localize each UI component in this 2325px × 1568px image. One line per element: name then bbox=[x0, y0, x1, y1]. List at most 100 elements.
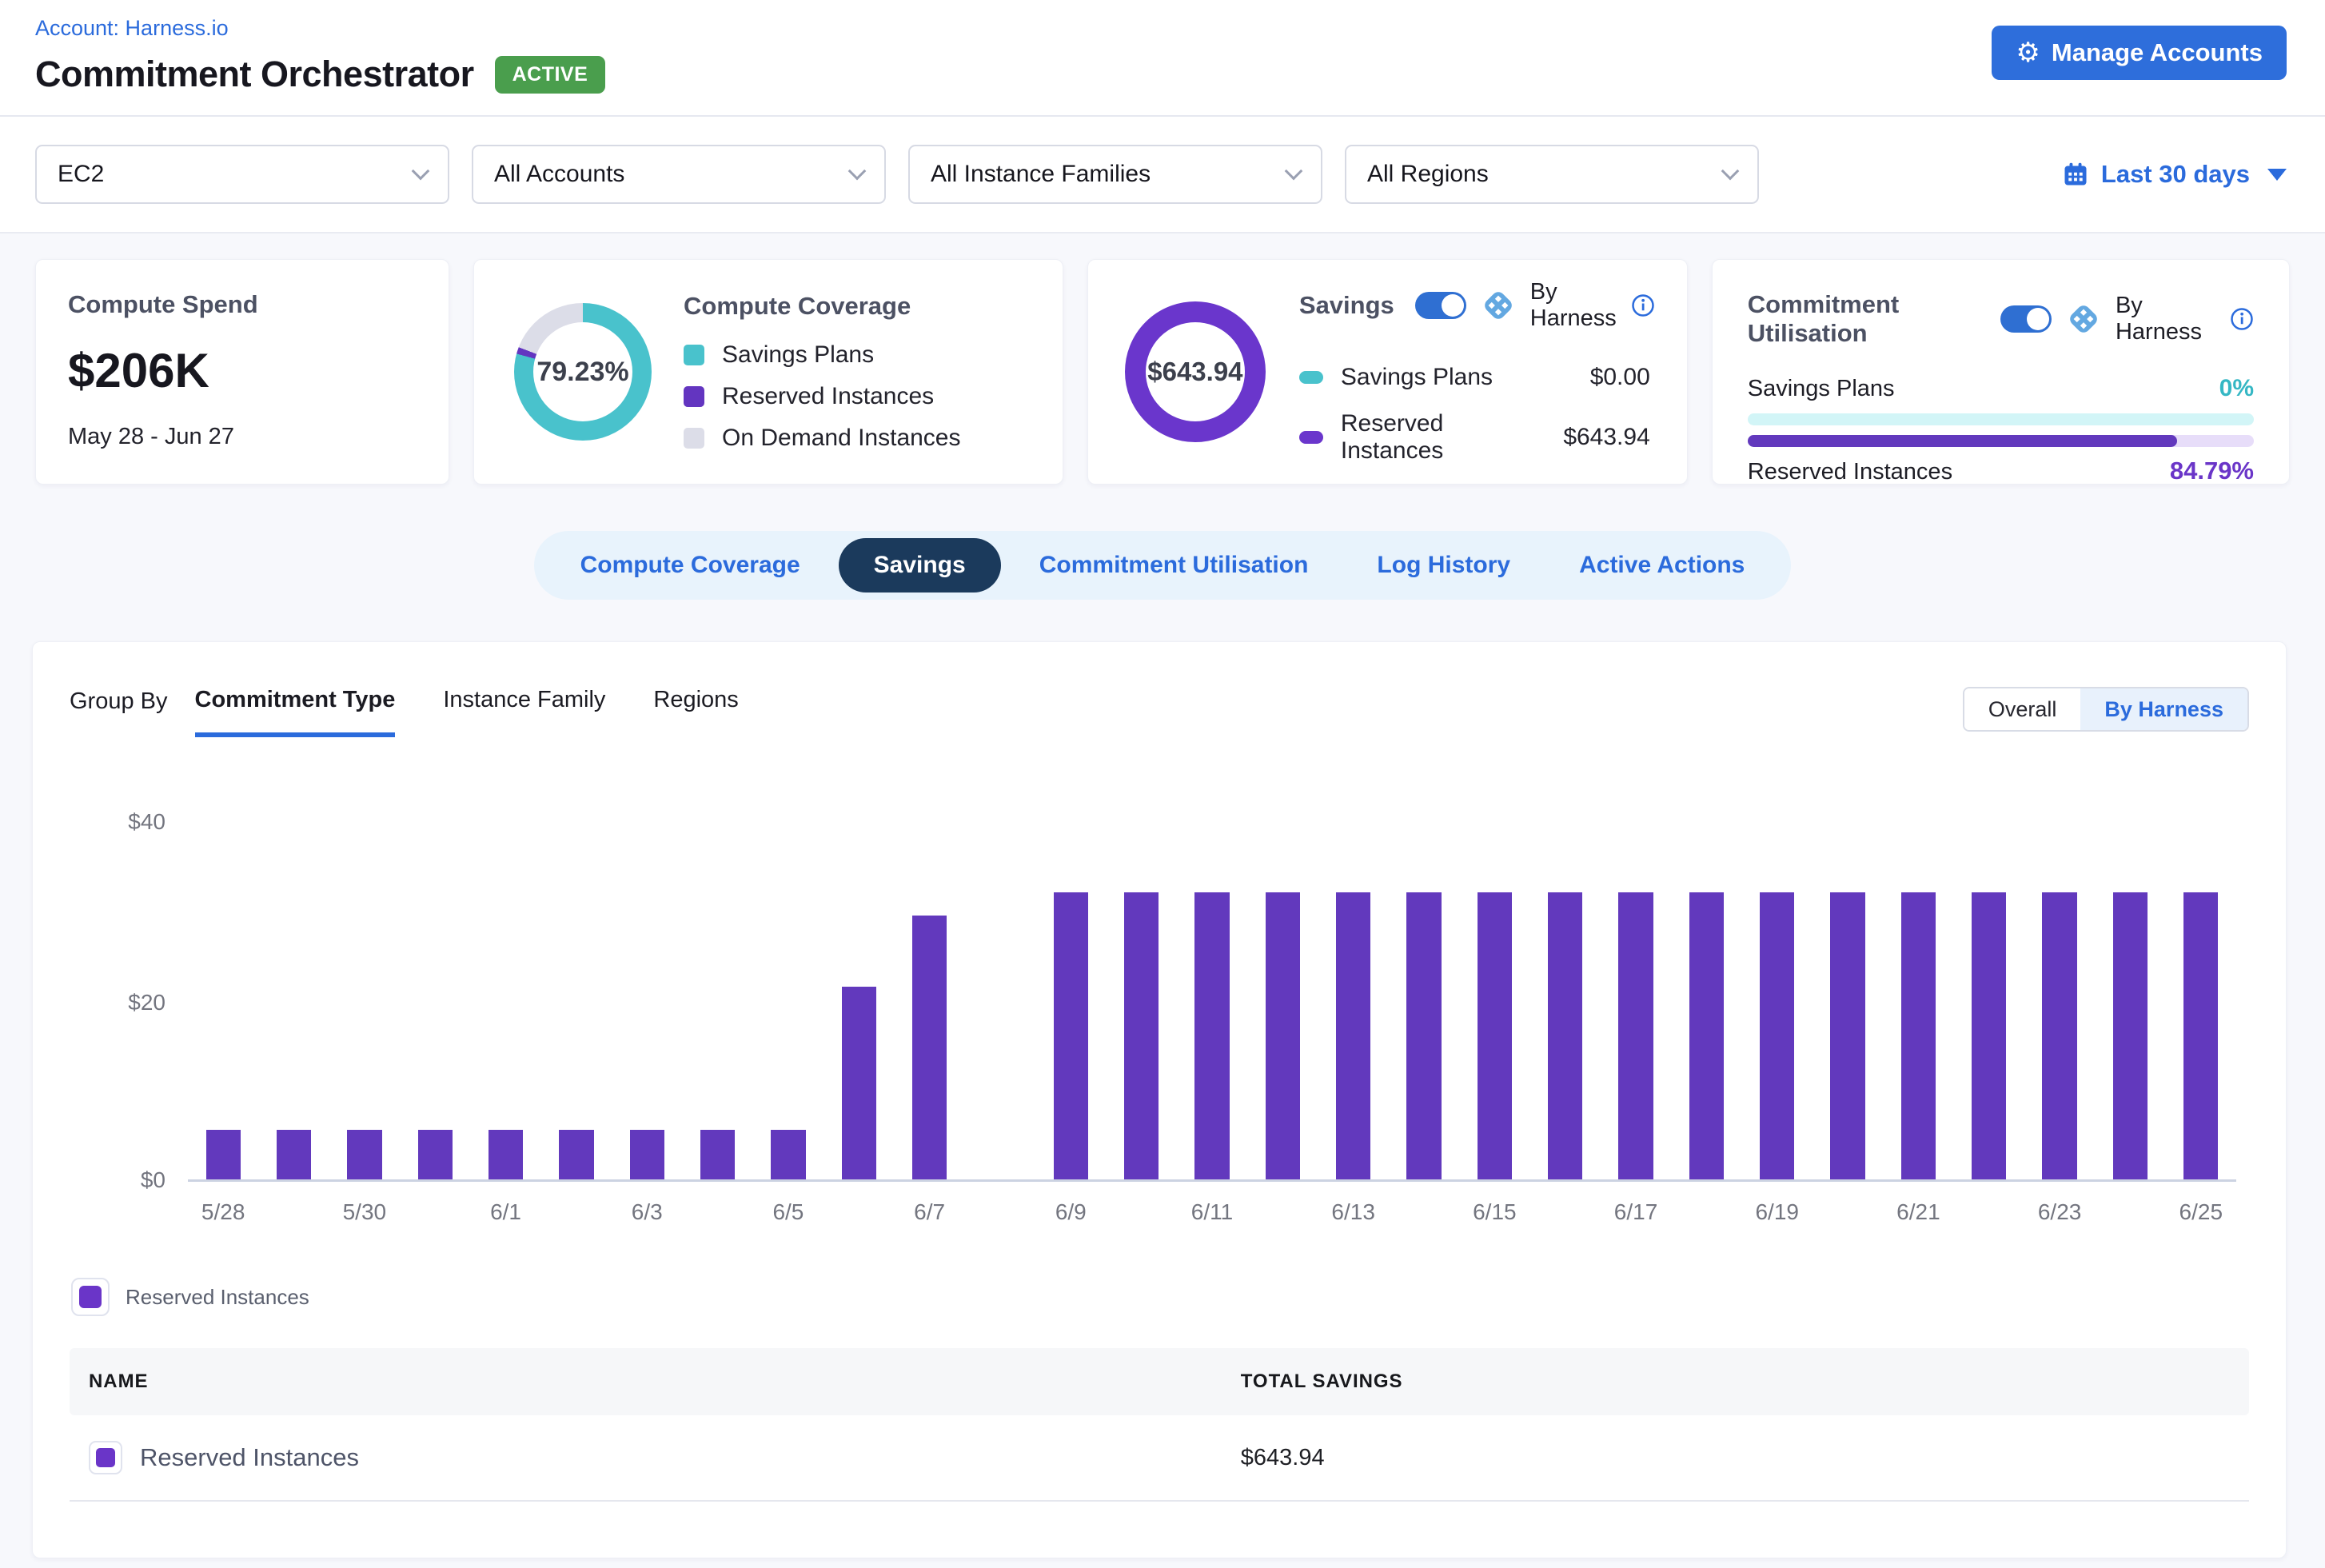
account-breadcrumb[interactable]: Account: Harness.io bbox=[35, 16, 2287, 41]
by-harness-toggle[interactable] bbox=[2000, 305, 2052, 333]
x-tick bbox=[1813, 1199, 1883, 1225]
legend-label: Reserved Instances bbox=[722, 383, 934, 410]
on-demand-swatch bbox=[684, 428, 704, 449]
compute-spend-card: Compute Spend $206K May 28 - Jun 27 bbox=[35, 259, 449, 485]
view-by-harness[interactable]: By Harness bbox=[2080, 688, 2247, 730]
bar-6/6[interactable] bbox=[842, 987, 876, 1179]
savings-row-value: $0.00 bbox=[1590, 364, 1650, 391]
bar-6/1[interactable] bbox=[489, 1130, 523, 1179]
bar-6/10[interactable] bbox=[1124, 892, 1159, 1179]
bar-6/20[interactable] bbox=[1830, 892, 1864, 1179]
group-by-regions[interactable]: Regions bbox=[653, 687, 738, 737]
tab-savings[interactable]: Savings bbox=[839, 538, 1001, 592]
row-name-label: Reserved Instances bbox=[140, 1443, 359, 1472]
bar-6/5[interactable] bbox=[771, 1130, 805, 1179]
date-range-picker[interactable]: Last 30 days bbox=[2061, 160, 2287, 189]
y-tick-0: $0 bbox=[141, 1167, 166, 1193]
bar-slot bbox=[329, 820, 400, 1179]
filter-bar: EC2 All Accounts All Instance Families A… bbox=[0, 117, 2325, 233]
bar-slot bbox=[541, 820, 612, 1179]
bar-6/9[interactable] bbox=[1054, 892, 1088, 1179]
bar-slot bbox=[1177, 820, 1247, 1179]
bar-6/19[interactable] bbox=[1760, 892, 1794, 1179]
bar-6/24[interactable] bbox=[2113, 892, 2148, 1179]
bar-6/23[interactable] bbox=[2042, 892, 2076, 1179]
instance-families-select[interactable]: All Instance Families bbox=[908, 145, 1322, 204]
bar-slot bbox=[1671, 820, 1741, 1179]
date-range-label: Last 30 days bbox=[2101, 160, 2250, 189]
bar-slot bbox=[258, 820, 329, 1179]
chart-legend-label: Reserved Instances bbox=[126, 1285, 309, 1310]
service-select[interactable]: EC2 bbox=[35, 145, 449, 204]
tab-active-actions[interactable]: Active Actions bbox=[1549, 538, 1775, 592]
bar-slot bbox=[1459, 820, 1529, 1179]
bar-5/30[interactable] bbox=[347, 1130, 381, 1179]
x-tick: 6/19 bbox=[1742, 1199, 1813, 1225]
x-tick bbox=[1671, 1199, 1741, 1225]
bar-6/22[interactable] bbox=[1972, 892, 2006, 1179]
util-savings-plans-percent: 0% bbox=[2219, 375, 2254, 402]
bar-5/31[interactable] bbox=[418, 1130, 453, 1179]
info-icon[interactable] bbox=[1631, 293, 1655, 317]
bar-6/2[interactable] bbox=[559, 1130, 593, 1179]
group-by-instance-family[interactable]: Instance Family bbox=[443, 687, 605, 737]
bar-6/16[interactable] bbox=[1548, 892, 1582, 1179]
x-tick: 6/7 bbox=[894, 1199, 964, 1225]
legend-label: On Demand Instances bbox=[722, 425, 961, 452]
bar-6/12[interactable] bbox=[1266, 892, 1300, 1179]
x-tick: 6/21 bbox=[1883, 1199, 1953, 1225]
x-tick: 6/1 bbox=[470, 1199, 540, 1225]
row-total-savings: $643.94 bbox=[1241, 1445, 2230, 1471]
bar-slot bbox=[1318, 820, 1389, 1179]
section-tabs: Compute Coverage Savings Commitment Util… bbox=[534, 531, 1792, 600]
tab-log-history[interactable]: Log History bbox=[1346, 538, 1541, 592]
bar-slot bbox=[1813, 820, 1883, 1179]
reserved-instances-swatch bbox=[1299, 431, 1323, 444]
bar-6/11[interactable] bbox=[1194, 892, 1229, 1179]
bar-6/18[interactable] bbox=[1689, 892, 1724, 1179]
bar-6/14[interactable] bbox=[1406, 892, 1441, 1179]
x-tick bbox=[1530, 1199, 1601, 1225]
bar-6/4[interactable] bbox=[700, 1130, 735, 1179]
compute-coverage-title: Compute Coverage bbox=[684, 292, 961, 321]
x-tick: 6/25 bbox=[2166, 1199, 2236, 1225]
table-header: NAME TOTAL SAVINGS bbox=[70, 1348, 2249, 1415]
accounts-select[interactable]: All Accounts bbox=[472, 145, 886, 204]
bar-slot bbox=[2095, 820, 2165, 1179]
x-tick: 6/23 bbox=[2024, 1199, 2095, 1225]
reserved-instances-swatch bbox=[89, 1441, 122, 1474]
view-overall[interactable]: Overall bbox=[1964, 688, 2081, 730]
bar-6/3[interactable] bbox=[630, 1130, 664, 1179]
chart-legend[interactable]: Reserved Instances bbox=[71, 1278, 2251, 1316]
manage-accounts-button[interactable]: ⚙ Manage Accounts bbox=[1992, 26, 2287, 80]
bar-6/13[interactable] bbox=[1336, 892, 1370, 1179]
regions-select[interactable]: All Regions bbox=[1345, 145, 1759, 204]
column-total-savings: TOTAL SAVINGS bbox=[1241, 1371, 2230, 1393]
x-tick bbox=[258, 1199, 329, 1225]
bar-slot bbox=[1106, 820, 1176, 1179]
x-tick bbox=[682, 1199, 752, 1225]
x-tick: 6/15 bbox=[1459, 1199, 1529, 1225]
bar-5/29[interactable] bbox=[277, 1130, 311, 1179]
bar-slot bbox=[188, 820, 258, 1179]
savings-donut: $643.94 bbox=[1125, 301, 1266, 442]
bar-6/7[interactable] bbox=[912, 916, 947, 1179]
tab-commitment-utilisation[interactable]: Commitment Utilisation bbox=[1009, 538, 1339, 592]
tab-compute-coverage[interactable]: Compute Coverage bbox=[550, 538, 831, 592]
bar-6/17[interactable] bbox=[1618, 892, 1653, 1179]
bar-slot bbox=[1601, 820, 1671, 1179]
bar-6/21[interactable] bbox=[1901, 892, 1936, 1179]
info-icon[interactable] bbox=[2230, 307, 2254, 331]
app-header: Account: Harness.io Commitment Orchestra… bbox=[0, 0, 2325, 117]
bar-6/25[interactable] bbox=[2183, 892, 2218, 1179]
group-by-commitment-type[interactable]: Commitment Type bbox=[195, 687, 396, 737]
bar-5/28[interactable] bbox=[206, 1130, 241, 1179]
bar-6/15[interactable] bbox=[1478, 892, 1512, 1179]
by-harness-toggle[interactable] bbox=[1415, 292, 1466, 319]
caret-down-icon bbox=[2267, 169, 2287, 181]
harness-logo-icon bbox=[1481, 288, 1516, 323]
regions-select-value: All Regions bbox=[1367, 161, 1489, 188]
reserved-instances-progress-bar bbox=[1748, 435, 2254, 447]
savings-row-label: Savings Plans bbox=[1341, 364, 1573, 391]
instance-families-select-value: All Instance Families bbox=[931, 161, 1151, 188]
